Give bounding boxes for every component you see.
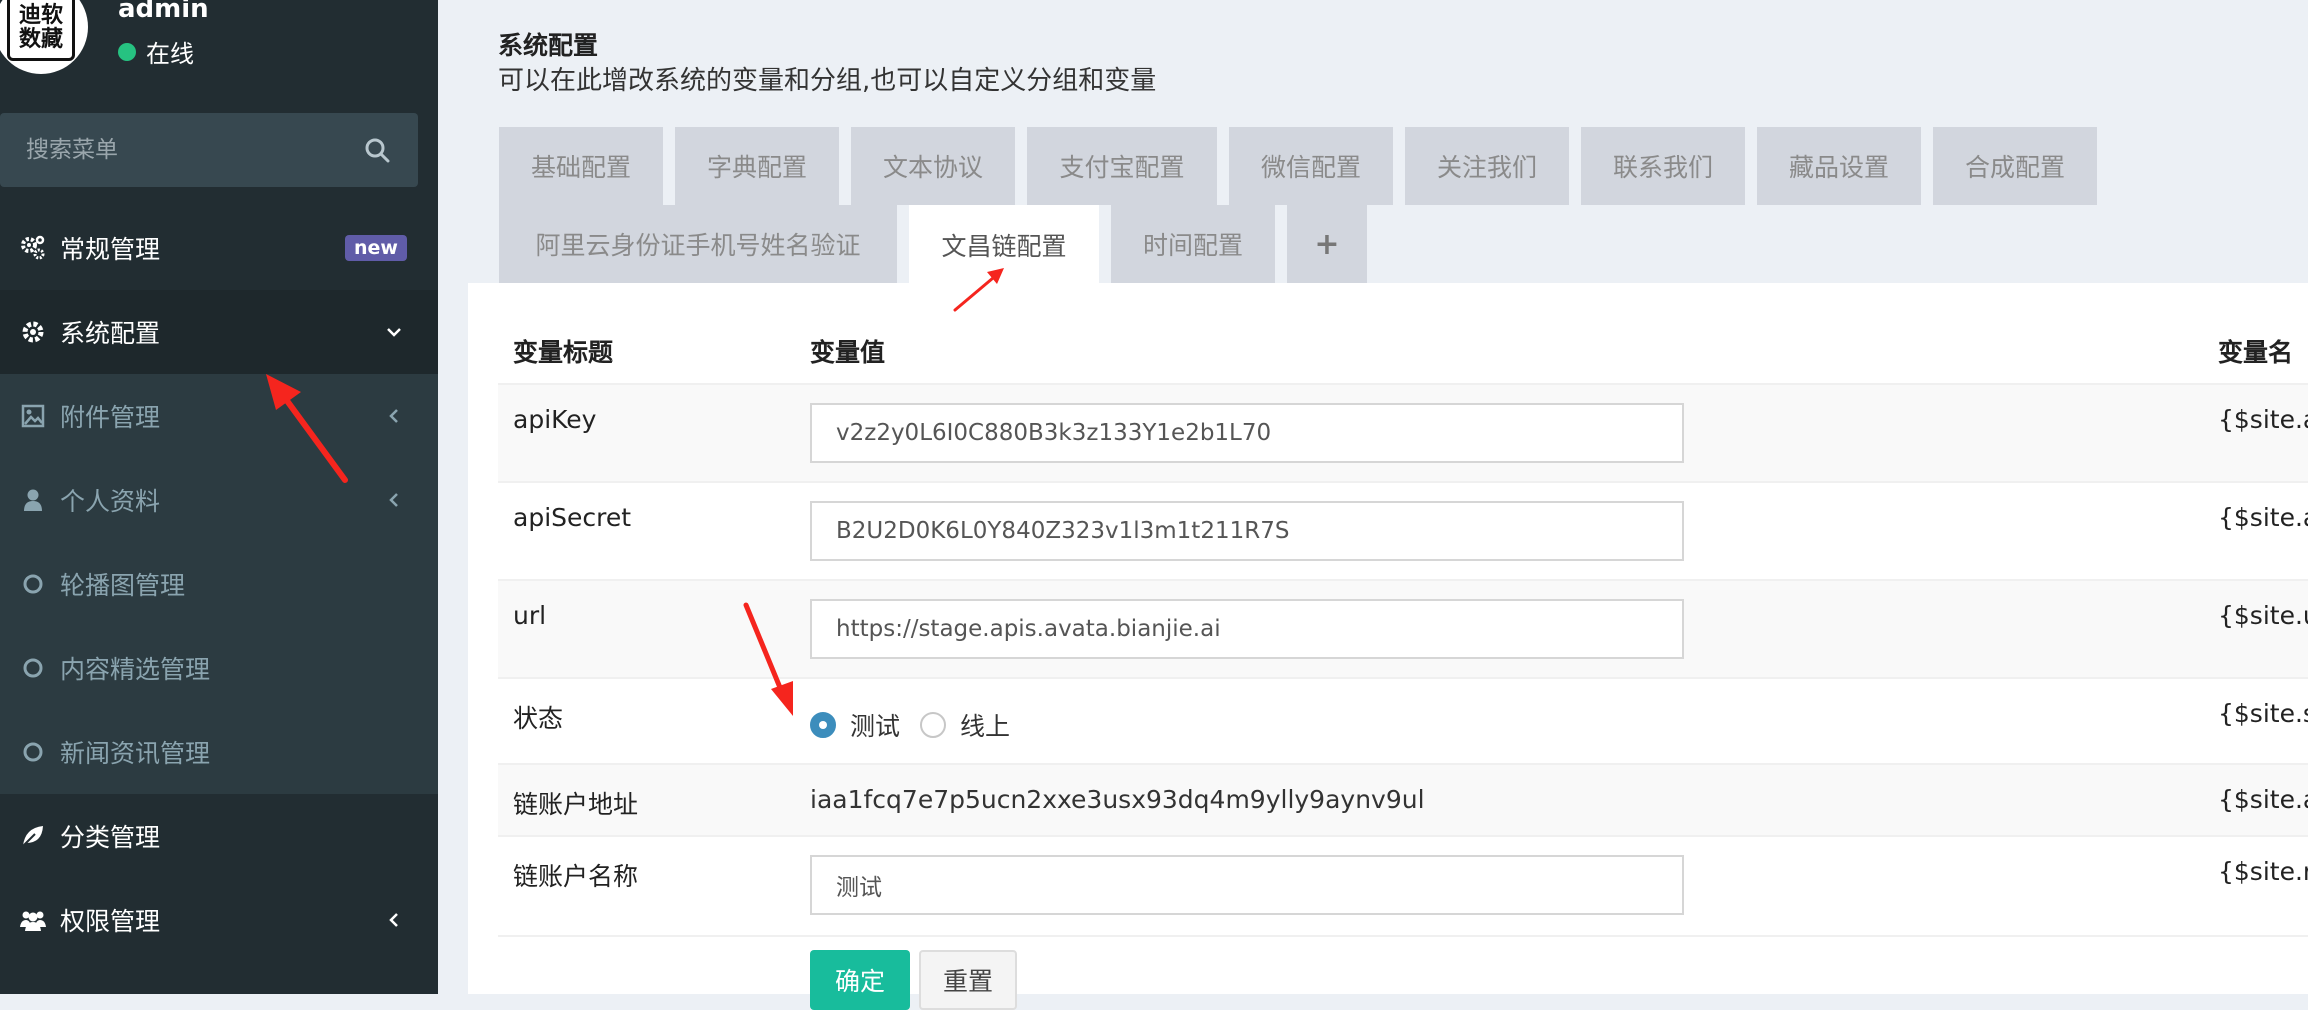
page-title: 系统配置 xyxy=(498,31,599,60)
row-title: 链账户地址 xyxy=(513,790,639,819)
sidebar-item-attachments[interactable]: 附件管理 xyxy=(0,374,438,458)
sidebar-item-system-config[interactable]: 系统配置 xyxy=(0,290,438,374)
tab-synthesis-config[interactable]: 合成配置 xyxy=(1933,127,2097,205)
radio-label: 线上 xyxy=(960,712,1011,741)
tab-contact-us[interactable]: 联系我们 xyxy=(1581,127,1745,205)
apisecret-input[interactable] xyxy=(810,501,1684,561)
new-badge: new xyxy=(345,235,407,261)
main-content: 系统配置 可以在此增改系统的变量和分组,也可以自定义分组和变量 基础配置 字典配… xyxy=(438,0,2308,1010)
account-name-input[interactable] xyxy=(810,855,1684,915)
add-tab-button[interactable]: + xyxy=(1287,205,1367,283)
table-row: 链账户名称 {$site.names} xyxy=(498,835,2308,937)
gears-icon xyxy=(21,235,45,260)
header-variable-title: 变量标题 xyxy=(513,338,614,367)
radio-test[interactable]: 测试 xyxy=(810,707,900,743)
table-row: apiSecret {$site.apiSec xyxy=(498,481,2308,581)
tab-collection-settings[interactable]: 藏品设置 xyxy=(1757,127,1921,205)
config-panel: 变量标题 变量值 变量名 apiKey {$site.apiKey apiSec… xyxy=(468,283,2308,994)
table-row: apiKey {$site.apiKey xyxy=(498,383,2308,483)
account-address-value: iaa1fcq7e7p5ucn2xxe3usx93dq4m9ylly9aynv9… xyxy=(810,785,1425,814)
row-title: apiSecret xyxy=(513,503,632,532)
chevron-left-icon xyxy=(389,409,398,423)
chevron-left-icon xyxy=(389,493,398,507)
sidebar-item-category[interactable]: 分类管理 xyxy=(0,794,438,878)
user-status: 在线 xyxy=(118,34,194,69)
row-title: 状态 xyxy=(513,704,564,733)
radio-online[interactable]: 线上 xyxy=(920,707,1010,743)
tab-alipay-config[interactable]: 支付宝配置 xyxy=(1027,127,1217,205)
image-icon xyxy=(21,404,45,428)
user-panel: 迪软 数藏 admin 在线 xyxy=(0,0,438,110)
row-variable: {$site.accour xyxy=(2218,785,2308,814)
radio-button-unchecked[interactable] xyxy=(920,712,946,738)
sidebar-item-general[interactable]: 常规管理 new xyxy=(0,206,438,290)
radio-button-checked[interactable] xyxy=(810,712,836,738)
row-variable: {$site.apiSec xyxy=(2218,503,2308,532)
row-title: apiKey xyxy=(513,405,597,434)
chevron-left-icon xyxy=(389,913,398,927)
reset-button[interactable]: 重置 xyxy=(919,950,1017,1010)
row-title: url xyxy=(513,601,547,630)
tab-aliyun-verification[interactable]: 阿里云身份证手机号姓名验证 xyxy=(499,205,897,283)
url-input[interactable] xyxy=(810,599,1684,659)
sidebar-item-profile[interactable]: 个人资料 xyxy=(0,458,438,542)
table-row: 状态 测试 线上 {$site.status} xyxy=(498,677,2308,765)
tab-follow-us[interactable]: 关注我们 xyxy=(1405,127,1569,205)
row-variable: {$site.url} xyxy=(2218,601,2308,630)
apikey-input[interactable] xyxy=(810,403,1684,463)
sidebar-search xyxy=(0,113,418,187)
system-config-submenu: 附件管理 个人资料 轮播图管理 内容精选管理 新闻资讯管理 xyxy=(0,374,438,794)
users-icon xyxy=(20,911,46,931)
tab-basic-config[interactable]: 基础配置 xyxy=(499,127,663,205)
circle-icon xyxy=(23,742,43,762)
avatar[interactable]: 迪软 数藏 xyxy=(0,0,88,74)
online-status-dot xyxy=(118,42,136,61)
logo: 迪软 数藏 xyxy=(7,0,75,61)
table-row: url {$site.url} xyxy=(498,579,2308,679)
status-text: 在线 xyxy=(146,40,194,68)
chevron-down-icon xyxy=(387,328,401,337)
search-input[interactable] xyxy=(0,113,340,187)
row-variable: {$site.apiKey xyxy=(2218,405,2308,434)
circle-icon xyxy=(23,574,43,594)
sidebar-item-featured[interactable]: 内容精选管理 xyxy=(0,626,438,710)
leaf-icon xyxy=(22,826,43,847)
row-title: 链账户名称 xyxy=(513,862,639,891)
user-icon xyxy=(24,489,42,511)
tab-wechat-config[interactable]: 微信配置 xyxy=(1229,127,1393,205)
confirm-button[interactable]: 确定 xyxy=(810,950,910,1010)
radio-label: 测试 xyxy=(850,712,901,741)
circle-icon xyxy=(23,658,43,678)
sidebar: 迪软数藏 admin 在线 常规管理 new xyxy=(0,0,438,994)
sidebar-item-carousel[interactable]: 轮播图管理 xyxy=(0,542,438,626)
table-row: 链账户地址 iaa1fcq7e7p5ucn2xxe3usx93dq4m9ylly… xyxy=(498,763,2308,837)
sidebar-item-permissions[interactable]: 权限管理 xyxy=(0,878,438,962)
tab-time-config[interactable]: 时间配置 xyxy=(1111,205,1275,283)
header-variable-name: 变量名 xyxy=(2218,338,2294,367)
header-variable-value: 变量值 xyxy=(810,338,886,367)
user-name: admin xyxy=(118,0,209,24)
row-variable: {$site.names} xyxy=(2218,857,2308,886)
tab-dictionary-config[interactable]: 字典配置 xyxy=(675,127,839,205)
gear-icon xyxy=(22,321,44,343)
tab-text-agreement[interactable]: 文本协议 xyxy=(851,127,1015,205)
page-description: 可以在此增改系统的变量和分组,也可以自定义分组和变量 xyxy=(498,66,1157,96)
search-icon[interactable] xyxy=(364,137,390,163)
row-variable: {$site.status} xyxy=(2218,699,2308,728)
sidebar-item-news[interactable]: 新闻资讯管理 xyxy=(0,710,438,794)
tab-wenchang-chain-config[interactable]: 文昌链配置 xyxy=(909,205,1099,285)
sidebar-menu: 常规管理 new 系统配置 附件管理 个人资料 轮播图管理 内容精选管理 新闻资… xyxy=(0,206,438,962)
